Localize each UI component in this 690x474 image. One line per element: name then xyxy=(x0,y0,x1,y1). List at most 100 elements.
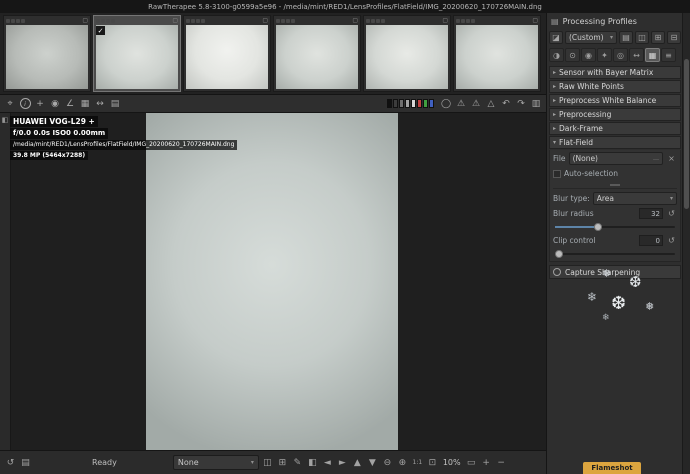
add-detail-window-icon[interactable]: + xyxy=(480,456,493,470)
trash-icon[interactable]: ▢ xyxy=(442,17,448,24)
before-after-icon[interactable]: ◧ xyxy=(306,456,319,470)
flat-field-file-select[interactable]: (None) … xyxy=(568,152,663,165)
color-picker-icon[interactable]: ◉ xyxy=(48,97,62,111)
trash-icon[interactable]: ▢ xyxy=(172,17,178,24)
section-dark-frame[interactable]: ▸ Dark-Frame xyxy=(549,122,681,135)
next-image-icon[interactable]: ► xyxy=(336,456,349,470)
resize-icon[interactable]: ↔ xyxy=(93,97,107,111)
clip-control-slider[interactable] xyxy=(554,249,675,258)
auto-selection-row: Auto-selection xyxy=(553,167,677,180)
thumbnail[interactable]: ▢ xyxy=(363,15,451,92)
scrollbar-thumb[interactable] xyxy=(684,59,689,209)
profile-select[interactable]: (Custom) ▾ xyxy=(565,30,617,44)
editor-region: ▢ ▢ ✓ ▢ ▢ ▢ ▢ ⌖ i + ◉ ∠ ▦ ↔ ▤ ◯ ⚠ ⚠ △ ↶ … xyxy=(0,13,546,474)
tab-local[interactable]: ◎ xyxy=(613,48,628,62)
fill-mode-icon[interactable]: ◪ xyxy=(549,30,563,44)
remove-detail-window-icon[interactable]: − xyxy=(495,456,508,470)
thumbnail-selected[interactable]: ▢ ✓ xyxy=(93,15,181,92)
nav-up-icon[interactable]: ▲ xyxy=(351,456,364,470)
trash-icon[interactable]: ▢ xyxy=(532,17,538,24)
white-balance-picker-icon[interactable]: + xyxy=(33,97,47,111)
prev-image-icon[interactable]: ◄ xyxy=(321,456,334,470)
thumbnail[interactable]: ▢ xyxy=(273,15,361,92)
filmstrip-toggle-icon[interactable]: ▥ xyxy=(529,97,543,111)
rank-dots[interactable] xyxy=(96,18,115,23)
section-preprocessing[interactable]: ▸ Preprocessing xyxy=(549,108,681,121)
right-panel: ▤ Processing Profiles ◪ (Custom) ▾ ▤ ◫ ⊞… xyxy=(546,13,690,474)
highlight-clipping-icon[interactable]: ⚠ xyxy=(454,97,468,111)
zoom-out-icon[interactable]: ⊖ xyxy=(381,456,394,470)
tab-color[interactable]: ◉ xyxy=(581,48,596,62)
rank-dots[interactable] xyxy=(276,18,295,23)
gamut-check-icon[interactable]: △ xyxy=(484,97,498,111)
crop-icon[interactable]: ▦ xyxy=(78,97,92,111)
tab-exposure[interactable]: ◑ xyxy=(549,48,564,62)
thumbnail-image[interactable] xyxy=(276,25,358,89)
paste-profile-button[interactable]: ⊟ xyxy=(667,30,681,44)
processing-profiles-title: Processing Profiles xyxy=(562,16,637,26)
pan-tool-icon[interactable]: ⌖ xyxy=(3,97,17,111)
folder-icon[interactable]: ▤ xyxy=(19,456,32,470)
info-icon[interactable]: i xyxy=(18,97,32,111)
reset-icon[interactable]: ↺ xyxy=(666,235,677,246)
thumbnail[interactable]: ▢ xyxy=(453,15,541,92)
section-raw-white-points[interactable]: ▸ Raw White Points xyxy=(549,80,681,93)
blur-type-select[interactable]: Area ▾ xyxy=(592,192,677,205)
tab-transform[interactable]: ↔ xyxy=(629,48,644,62)
thumbnail-image[interactable] xyxy=(366,25,448,89)
copy-profile-button[interactable]: ⊞ xyxy=(651,30,665,44)
blur-radius-value[interactable]: 32 xyxy=(639,208,663,219)
thumbnail-image[interactable] xyxy=(96,25,178,89)
tab-detail[interactable]: ⊙ xyxy=(565,48,580,62)
auto-selection-checkbox[interactable] xyxy=(553,169,561,178)
detail-window-icon[interactable]: ▤ xyxy=(108,97,122,111)
refresh-icon[interactable]: ↺ xyxy=(4,456,17,470)
rank-dots[interactable] xyxy=(366,18,385,23)
thumbnail[interactable]: ▢ xyxy=(3,15,91,92)
clear-file-icon[interactable]: × xyxy=(666,153,677,164)
section-flat-field[interactable]: ▾ Flat-Field xyxy=(549,136,681,149)
rotate-right-icon[interactable]: ↷ xyxy=(514,97,528,111)
tab-raw[interactable]: ▦ xyxy=(645,48,660,62)
tab-metadata[interactable]: ≡ xyxy=(661,48,676,62)
clip-control-value[interactable]: 0 xyxy=(639,235,663,246)
section-capture-sharpening[interactable]: Capture Sharpening xyxy=(549,265,681,279)
thumbnail[interactable]: ▢ xyxy=(183,15,271,92)
collapse-handle[interactable] xyxy=(553,182,677,189)
zoom-100-icon[interactable]: 1:1 xyxy=(411,456,424,470)
soft-proof-icon[interactable]: ◯ xyxy=(439,97,453,111)
power-icon[interactable] xyxy=(553,268,561,276)
thumbnail-image[interactable] xyxy=(186,25,268,89)
trash-icon[interactable]: ▢ xyxy=(262,17,268,24)
thumbnail-image[interactable] xyxy=(456,25,538,89)
rank-dots[interactable] xyxy=(6,18,25,23)
bottom-profile-select[interactable]: None ▾ xyxy=(172,455,259,470)
save-profile-button[interactable]: ◫ xyxy=(635,30,649,44)
rotate-left-icon[interactable]: ↶ xyxy=(499,97,513,111)
left-panel-toggle-icon[interactable]: ◧ xyxy=(1,115,9,125)
background-color-swatches[interactable] xyxy=(387,99,434,108)
trash-icon[interactable]: ▢ xyxy=(82,17,88,24)
queue-icon[interactable]: ⊞ xyxy=(276,456,289,470)
tab-advanced[interactable]: ✦ xyxy=(597,48,612,62)
section-sensor-bayer[interactable]: ▸ Sensor with Bayer Matrix xyxy=(549,66,681,79)
rank-dots[interactable] xyxy=(456,18,475,23)
trash-icon[interactable]: ▢ xyxy=(352,17,358,24)
nav-down-icon[interactable]: ▼ xyxy=(366,456,379,470)
zoom-in-icon[interactable]: ⊕ xyxy=(396,456,409,470)
zoom-fit-icon[interactable]: ⊡ xyxy=(426,456,439,470)
flameshot-button[interactable]: Flameshot xyxy=(583,462,641,474)
external-editor-icon[interactable]: ✎ xyxy=(291,456,304,470)
load-profile-button[interactable]: ▤ xyxy=(619,30,633,44)
straighten-icon[interactable]: ∠ xyxy=(63,97,77,111)
rank-dots[interactable] xyxy=(186,18,205,23)
right-panel-scrollbar[interactable] xyxy=(682,13,690,474)
save-image-icon[interactable]: ◫ xyxy=(261,456,274,470)
reset-icon[interactable]: ↺ xyxy=(666,208,677,219)
preview-image[interactable] xyxy=(146,113,398,450)
thumbnail-image[interactable] xyxy=(6,25,88,89)
section-preprocess-wb[interactable]: ▸ Preprocess White Balance xyxy=(549,94,681,107)
crop-frame-icon[interactable]: ▭ xyxy=(465,456,478,470)
blur-radius-slider[interactable] xyxy=(555,222,675,231)
shadow-clipping-icon[interactable]: ⚠ xyxy=(469,97,483,111)
